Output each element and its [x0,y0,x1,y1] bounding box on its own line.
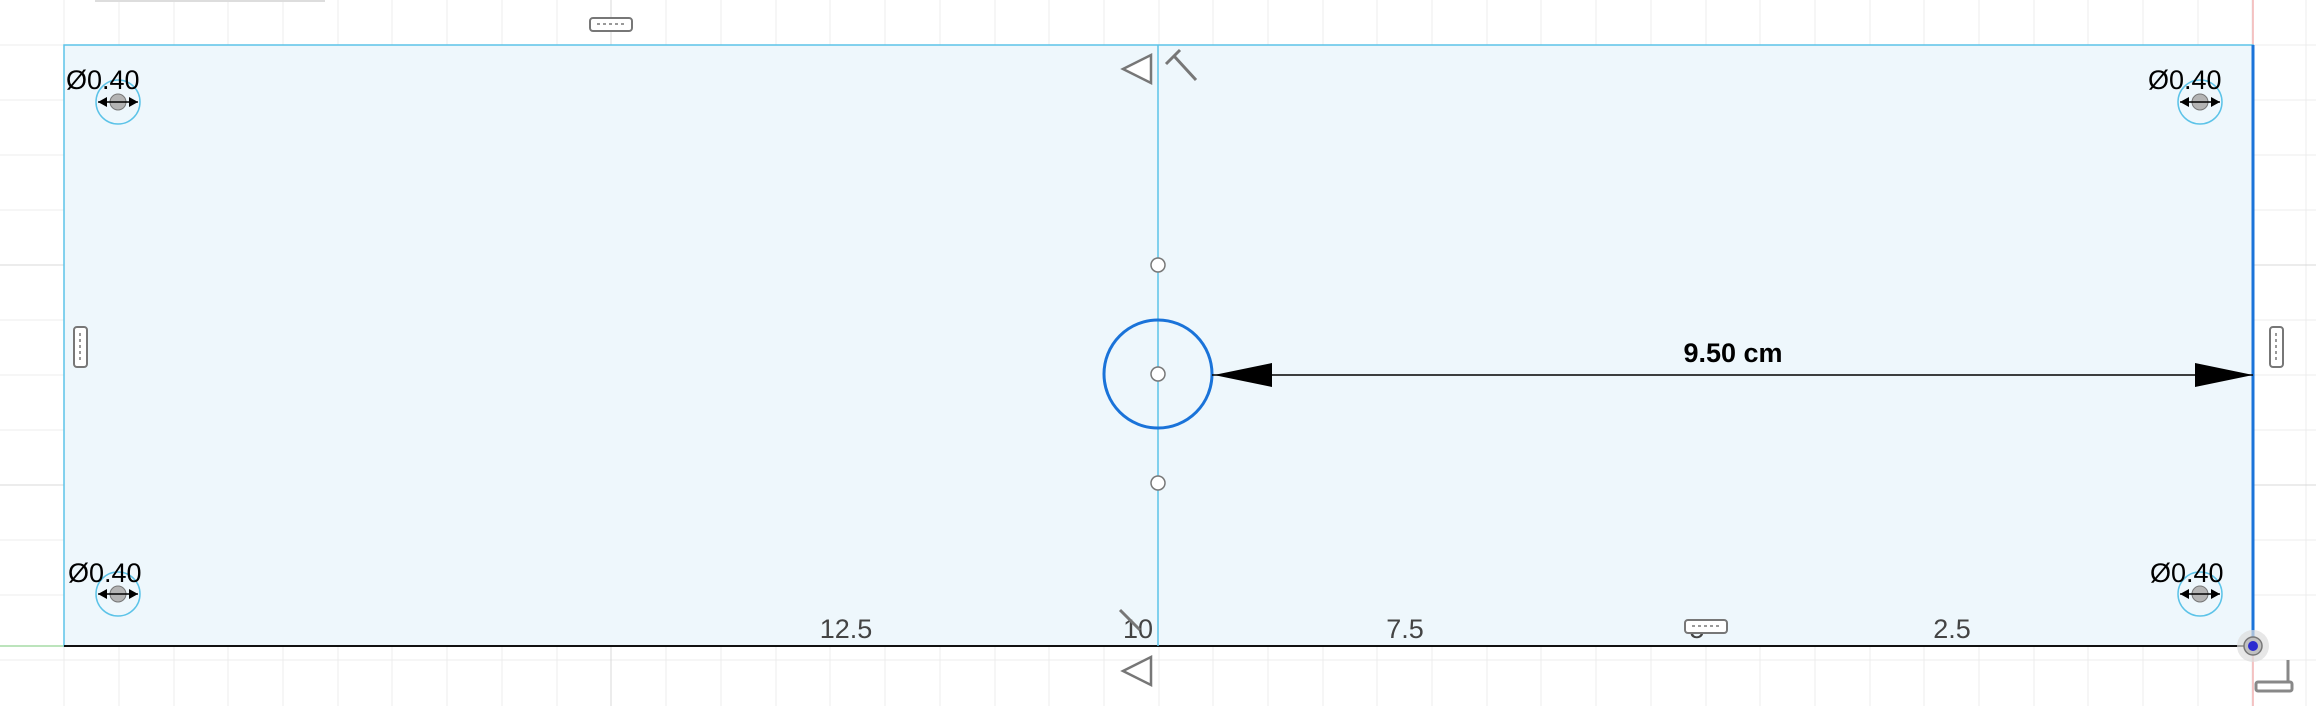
center-line-point-lower[interactable] [1150,475,1166,491]
vertical-constraint-icon[interactable] [73,326,88,368]
axis-indicator-icon [2254,660,2294,693]
hole-label-bottom-left[interactable]: Ø0.40 [68,558,142,588]
center-line-point-upper[interactable] [1150,257,1166,273]
horizontal-constraint-icon[interactable] [589,17,633,32]
hole-label-top-left[interactable]: Ø0.40 [66,65,140,95]
ruler-tick-7-5: 7.5 [1386,614,1424,644]
dimension-label[interactable]: 9.50 cm [1683,338,1782,368]
sketch-canvas[interactable]: 9.50 cm Ø0.40 Ø0.40 Ø0.40 Ø0.40 12.5 10 … [0,0,2316,706]
ruler-tick-2-5: 2.5 [1933,614,1971,644]
ruler-tick-12-5: 12.5 [820,614,873,644]
hole-label-bottom-right[interactable]: Ø0.40 [2150,558,2224,588]
vertical-constraint-icon[interactable] [2269,326,2284,368]
origin-point-icon[interactable] [2237,630,2269,662]
center-circle-point[interactable] [1150,366,1166,382]
toolbar-hint [95,0,325,2]
hole-label-top-right[interactable]: Ø0.40 [2148,65,2222,95]
horizontal-constraint-icon[interactable] [1684,619,1728,634]
midpoint-constraint-icon[interactable] [1120,654,1153,688]
